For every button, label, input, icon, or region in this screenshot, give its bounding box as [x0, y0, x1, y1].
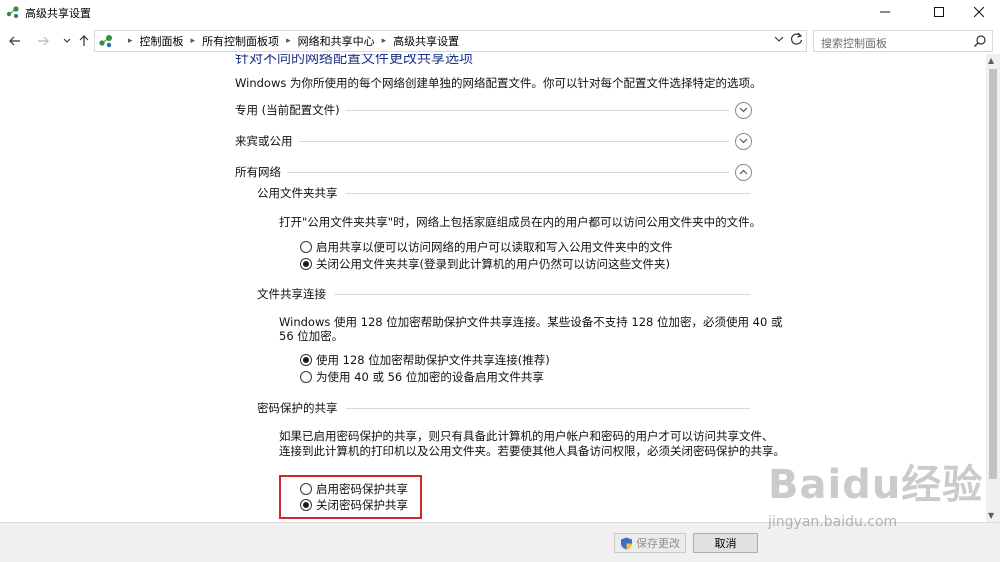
- chevron-down-icon: [739, 107, 748, 113]
- back-button[interactable]: [6, 31, 24, 51]
- network-location-icon: [99, 35, 112, 48]
- address-dropdown-button[interactable]: [774, 33, 784, 46]
- public-folder-desc: 打开"公用文件夹共享"时，网络上包括家庭组成员在内的用户都可以访问公用文件夹中的…: [279, 215, 762, 229]
- footer-bar: 保存更改 取消: [0, 522, 1000, 562]
- password-desc-line1: 如果已启用密码保护的共享，则只有具备此计算机的用户帐户和密码的用户才可以访问共享…: [279, 429, 774, 443]
- radio-public-disable[interactable]: 关闭公用文件夹共享(登录到此计算机的用户仍然可以访问这些文件夹): [300, 256, 670, 272]
- search-input[interactable]: 搜索控制面板: [813, 30, 993, 52]
- radio-button-checked[interactable]: [300, 354, 312, 366]
- network-app-icon: [6, 6, 19, 18]
- navigation-bar: ▸ 控制面板 ▸ 所有控制面板项 ▸ 网络和共享中心 ▸ 高级共享设置 搜索控制…: [0, 28, 1000, 54]
- arrow-right-icon: [38, 36, 49, 46]
- public-folder-title: 公用文件夹共享: [257, 186, 338, 200]
- arrow-left-icon: [9, 36, 20, 46]
- address-bar[interactable]: ▸ 控制面板 ▸ 所有控制面板项 ▸ 网络和共享中心 ▸ 高级共享设置: [94, 30, 807, 52]
- chevron-right-icon[interactable]: ▸: [382, 36, 387, 46]
- intro-text: Windows 为你所使用的每个网络创建单独的网络配置文件。你可以针对每个配置文…: [235, 76, 762, 90]
- search-icon[interactable]: [973, 34, 987, 48]
- section-all-label: 所有网络: [235, 165, 281, 179]
- maximize-icon: [934, 7, 944, 17]
- scroll-up-icon[interactable]: ▲: [988, 56, 994, 65]
- breadcrumb-control-panel[interactable]: 控制面板: [140, 33, 184, 49]
- chevron-right-icon[interactable]: ▸: [286, 36, 291, 46]
- close-button[interactable]: [956, 0, 1000, 24]
- chevron-right-icon: ▸: [128, 36, 133, 46]
- forward-button[interactable]: [34, 31, 52, 51]
- breadcrumb-network-center[interactable]: 网络和共享中心: [298, 33, 375, 49]
- radio-public-enable[interactable]: 启用共享以便可以访问网络的用户可以读取和写入公用文件夹中的文件: [300, 239, 673, 255]
- arrow-up-icon: [79, 35, 89, 46]
- section-private[interactable]: 专用 (当前配置文件): [235, 100, 752, 120]
- minimize-button[interactable]: [862, 0, 908, 24]
- settings-content: 针对不同的网络配置文件更改共享选项 Windows 为你所使用的每个网络创建单独…: [0, 54, 986, 522]
- refresh-button[interactable]: [790, 32, 803, 50]
- annotation-highlight-box: [279, 475, 422, 519]
- chevron-down-icon: [63, 38, 71, 43]
- radio-40-56bit[interactable]: 为使用 40 或 56 位加密的设备启用文件共享: [300, 369, 544, 385]
- minimize-icon: [880, 11, 890, 13]
- subsection-file-sharing: 文件共享连接: [257, 285, 750, 303]
- radio-button[interactable]: [300, 241, 312, 253]
- divider: [345, 109, 729, 111]
- divider: [334, 293, 750, 295]
- close-icon: [974, 7, 984, 17]
- chevron-right-icon[interactable]: ▸: [191, 36, 196, 46]
- scroll-down-icon[interactable]: ▼: [988, 511, 994, 520]
- password-title: 密码保护的共享: [257, 401, 338, 415]
- uac-shield-icon: [621, 537, 632, 549]
- subsection-password: 密码保护的共享: [257, 399, 750, 417]
- title-bar: 高级共享设置: [0, 0, 1000, 24]
- save-changes-label: 保存更改: [636, 537, 680, 550]
- section-all-networks[interactable]: 所有网络: [235, 162, 752, 182]
- section-guest[interactable]: 来宾或公用: [235, 131, 752, 151]
- divider: [298, 140, 729, 142]
- radio-label[interactable]: 关闭公用文件夹共享(登录到此计算机的用户仍然可以访问这些文件夹): [316, 256, 670, 272]
- file-sharing-desc-line2: 56 位加密。: [279, 329, 344, 343]
- expand-private-button[interactable]: [735, 101, 752, 119]
- radio-label[interactable]: 启用共享以便可以访问网络的用户可以读取和写入公用文件夹中的文件: [316, 239, 673, 255]
- save-changes-button[interactable]: 保存更改: [614, 533, 686, 553]
- divider: [345, 407, 750, 409]
- chevron-up-icon: [739, 169, 748, 175]
- recent-locations-button[interactable]: [58, 31, 76, 51]
- password-desc-line2: 连接到此计算机的打印机以及公用文件夹。若要使其他人具备访问权限，必须关闭密码保护…: [279, 444, 785, 458]
- radio-label[interactable]: 使用 128 位加密帮助保护文件共享连接(推荐): [316, 352, 550, 368]
- section-private-label: 专用 (当前配置文件): [235, 103, 340, 117]
- vertical-scrollbar[interactable]: ▲ ▼: [986, 54, 1000, 522]
- up-button[interactable]: [75, 31, 93, 51]
- radio-label[interactable]: 为使用 40 或 56 位加密的设备启用文件共享: [316, 369, 544, 385]
- section-guest-label: 来宾或公用: [235, 134, 293, 148]
- breadcrumb-all-items[interactable]: 所有控制面板项: [202, 33, 279, 49]
- divider: [287, 171, 729, 173]
- search-placeholder: 搜索控制面板: [821, 37, 887, 50]
- scrollbar-thumb[interactable]: [989, 69, 997, 479]
- breadcrumb-advanced-sharing[interactable]: 高级共享设置: [393, 33, 459, 49]
- window-title: 高级共享设置: [25, 7, 91, 20]
- file-sharing-title: 文件共享连接: [257, 287, 326, 301]
- radio-button-checked[interactable]: [300, 258, 312, 270]
- chevron-down-icon: [739, 138, 748, 144]
- page-heading: 针对不同的网络配置文件更改共享选项: [235, 54, 473, 67]
- collapse-all-button[interactable]: [735, 163, 752, 181]
- radio-button[interactable]: [300, 371, 312, 383]
- divider: [345, 192, 750, 194]
- subsection-public-folder: 公用文件夹共享: [257, 184, 750, 202]
- file-sharing-desc-line1: Windows 使用 128 位加密帮助保护文件共享连接。某些设备不支持 128…: [279, 315, 783, 329]
- cancel-button[interactable]: 取消: [693, 533, 758, 553]
- chevron-down-icon: [774, 36, 784, 42]
- expand-guest-button[interactable]: [735, 132, 752, 150]
- cancel-label: 取消: [714, 537, 737, 550]
- refresh-icon: [790, 32, 803, 45]
- radio-128bit[interactable]: 使用 128 位加密帮助保护文件共享连接(推荐): [300, 352, 550, 368]
